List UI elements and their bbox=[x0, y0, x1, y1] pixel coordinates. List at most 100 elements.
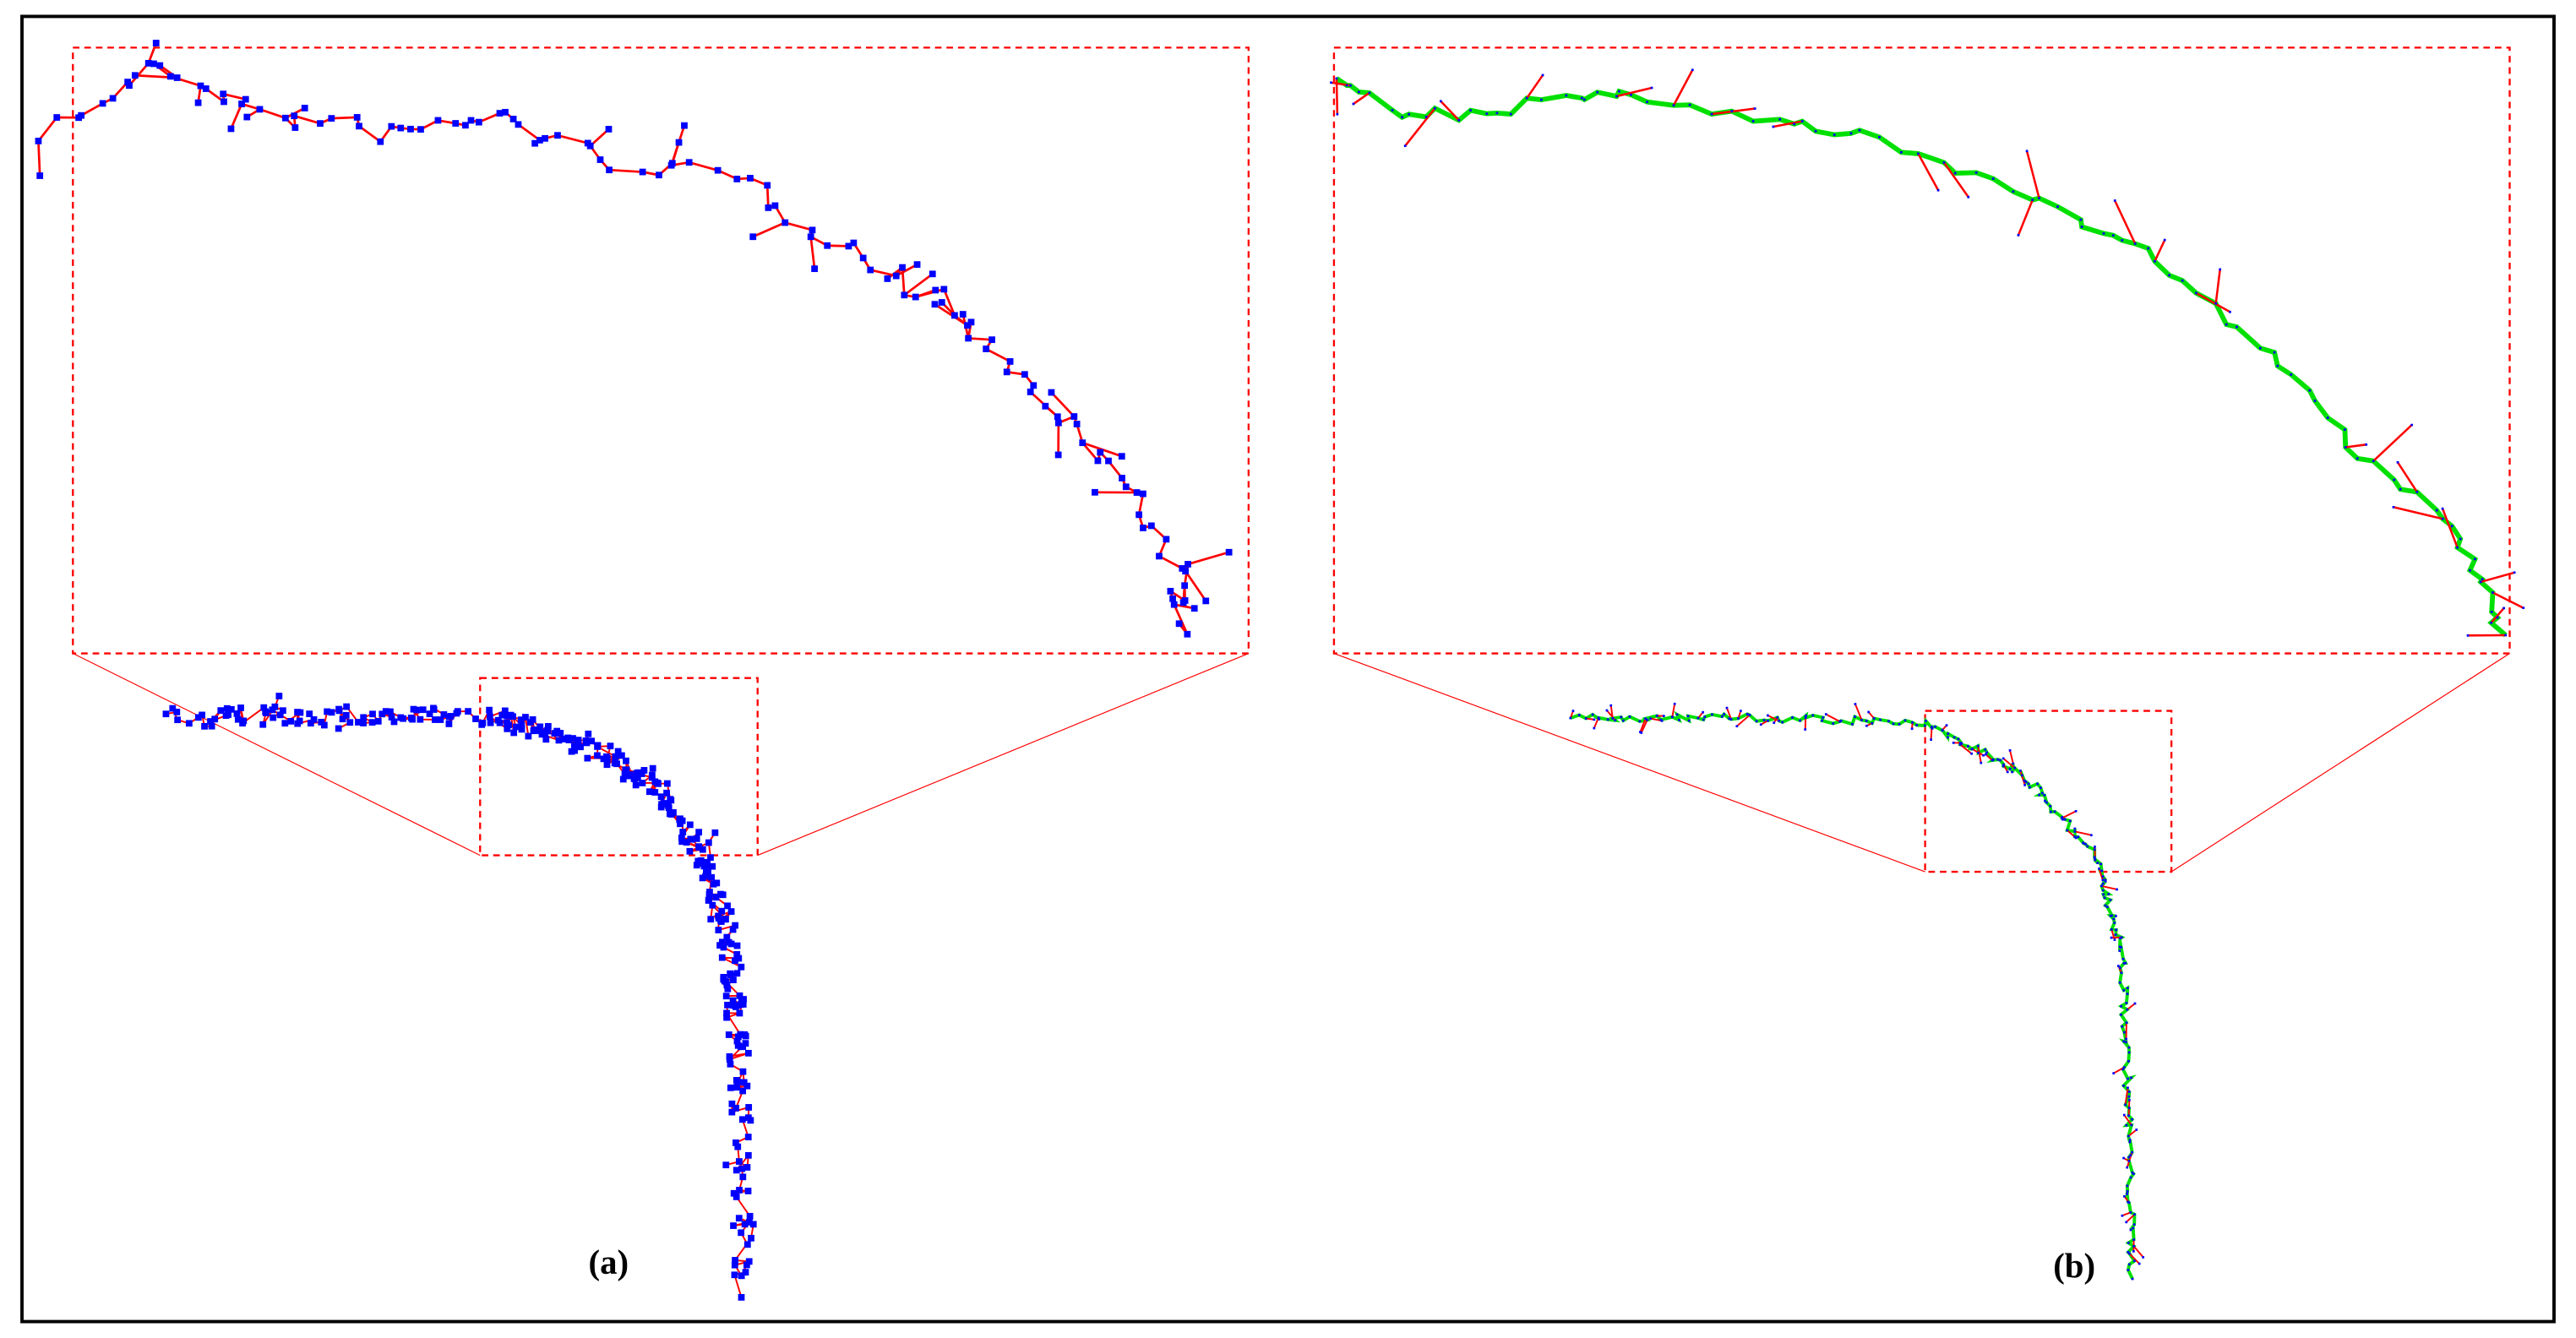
point bbox=[1330, 81, 1332, 84]
point bbox=[1942, 161, 1946, 164]
point bbox=[731, 1261, 738, 1269]
point bbox=[2127, 1269, 2130, 1271]
point-cloud bbox=[162, 693, 757, 1301]
point bbox=[2120, 971, 2123, 975]
point bbox=[1696, 716, 1700, 720]
point bbox=[430, 704, 437, 712]
point bbox=[2044, 799, 2046, 802]
point bbox=[2012, 190, 2015, 193]
point bbox=[625, 772, 633, 780]
point bbox=[2392, 506, 2395, 509]
point bbox=[510, 729, 518, 737]
point bbox=[1650, 86, 1653, 90]
point bbox=[1996, 758, 1999, 761]
point bbox=[1119, 475, 1125, 481]
point bbox=[711, 829, 719, 836]
point bbox=[2038, 197, 2040, 199]
point bbox=[667, 161, 675, 169]
point bbox=[2229, 310, 2231, 313]
point bbox=[1638, 720, 1642, 723]
point bbox=[1728, 717, 1731, 721]
point bbox=[1849, 132, 1853, 135]
point bbox=[1147, 522, 1155, 530]
point bbox=[529, 716, 536, 723]
point bbox=[1639, 731, 1642, 734]
point bbox=[2121, 1068, 2125, 1071]
point bbox=[2001, 757, 2005, 760]
point bbox=[1401, 116, 1403, 119]
point bbox=[2008, 749, 2012, 752]
point bbox=[602, 753, 610, 760]
point bbox=[2111, 234, 2115, 237]
point bbox=[1593, 718, 1596, 721]
point bbox=[1800, 120, 1804, 122]
point bbox=[1202, 597, 1210, 605]
point bbox=[221, 98, 227, 106]
point bbox=[2077, 835, 2080, 839]
point bbox=[407, 125, 414, 133]
point bbox=[771, 202, 779, 209]
point bbox=[2344, 446, 2347, 449]
point bbox=[1156, 552, 1163, 560]
branch-line bbox=[2061, 810, 2077, 819]
point bbox=[1804, 716, 1807, 720]
point bbox=[1924, 724, 1926, 727]
point bbox=[2114, 933, 2117, 936]
point bbox=[1753, 107, 1756, 110]
point bbox=[1170, 601, 1178, 608]
point bbox=[2089, 834, 2093, 837]
point bbox=[2125, 1021, 2128, 1025]
branch-line bbox=[1942, 161, 1969, 199]
point bbox=[2132, 1223, 2136, 1226]
point bbox=[1614, 719, 1617, 722]
point bbox=[2126, 1190, 2129, 1193]
point bbox=[2128, 1252, 2131, 1255]
point bbox=[1571, 710, 1575, 713]
point bbox=[1649, 717, 1653, 721]
point bbox=[675, 139, 683, 146]
point bbox=[2112, 1072, 2116, 1074]
point bbox=[2126, 1193, 2128, 1195]
point bbox=[1190, 605, 1198, 612]
point bbox=[1720, 715, 1724, 718]
point bbox=[2041, 791, 2044, 795]
point bbox=[681, 122, 688, 129]
point bbox=[1980, 761, 1983, 764]
branch-line bbox=[2025, 150, 2040, 199]
point bbox=[655, 780, 662, 787]
point bbox=[2123, 1194, 2126, 1198]
point bbox=[269, 706, 276, 714]
point bbox=[1931, 726, 1933, 728]
point bbox=[983, 345, 990, 352]
point bbox=[1509, 112, 1512, 116]
point bbox=[1006, 358, 1014, 365]
point bbox=[2276, 364, 2279, 367]
point bbox=[2120, 946, 2123, 949]
point bbox=[342, 711, 350, 719]
point bbox=[892, 272, 900, 280]
point bbox=[223, 704, 231, 712]
point bbox=[1878, 135, 1881, 139]
point bbox=[1569, 716, 1572, 720]
point bbox=[1336, 112, 1339, 116]
point bbox=[738, 1293, 745, 1301]
point bbox=[702, 869, 710, 876]
point bbox=[724, 985, 732, 993]
point bbox=[739, 1173, 747, 1181]
point bbox=[707, 916, 715, 923]
point bbox=[1118, 453, 1125, 460]
point bbox=[1751, 120, 1755, 122]
point bbox=[1577, 714, 1581, 716]
point bbox=[2415, 491, 2419, 493]
branch-line bbox=[2492, 591, 2524, 609]
point bbox=[1970, 748, 1974, 751]
point bbox=[2056, 205, 2059, 209]
point bbox=[2074, 809, 2078, 813]
point bbox=[1584, 717, 1588, 720]
point bbox=[2122, 962, 2126, 965]
point bbox=[1054, 413, 1061, 421]
point bbox=[360, 720, 367, 726]
point bbox=[2121, 957, 2125, 960]
point bbox=[1097, 449, 1104, 456]
point bbox=[603, 761, 611, 769]
